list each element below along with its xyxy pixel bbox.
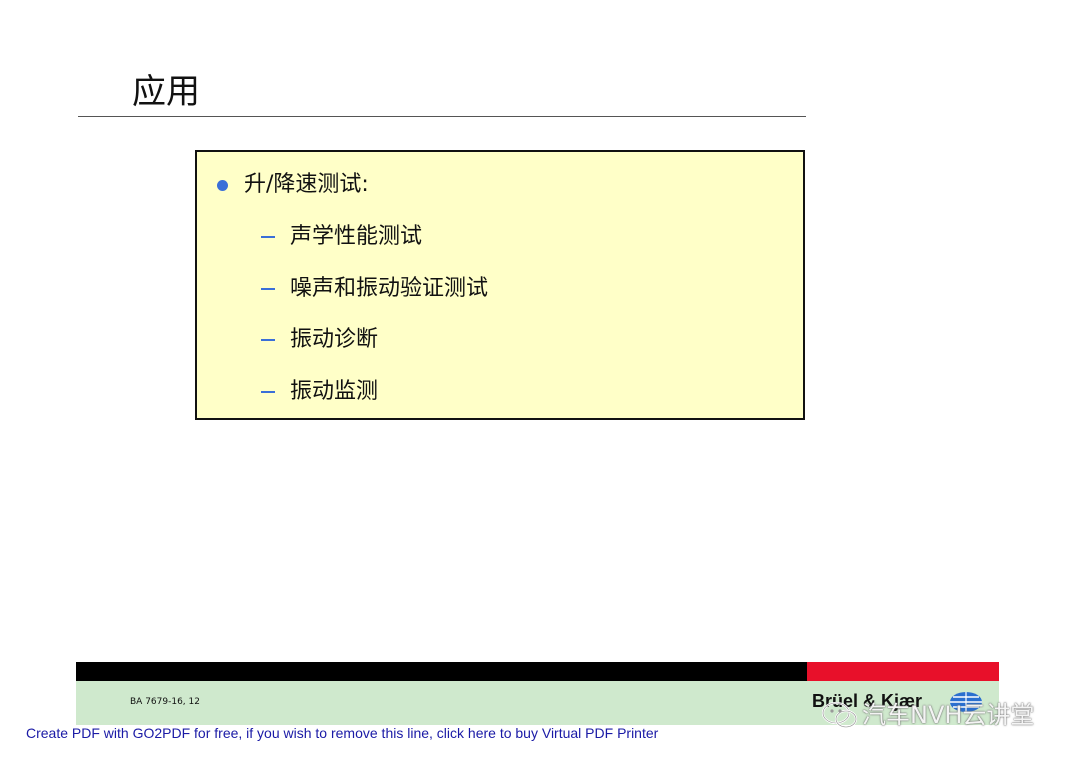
- slide-reference: BA 7679-16, 12: [130, 697, 200, 707]
- sub-item: 振动诊断: [261, 325, 488, 355]
- footer-black-band: [76, 662, 807, 681]
- bullet-dot-icon: [217, 179, 228, 191]
- dash-icon: [261, 390, 275, 393]
- dash-icon: [261, 236, 275, 238]
- bullet-text: 升/降速测试:: [244, 172, 369, 197]
- sub-item: 振动监测: [261, 377, 488, 407]
- dash-icon: [261, 339, 275, 341]
- slide-title: 应用: [132, 72, 200, 112]
- sub-item: 噪声和振动验证测试: [261, 274, 488, 304]
- sub-item-text: 振动诊断: [290, 327, 379, 352]
- watermark-text: 汽车NVH云讲堂: [862, 701, 1035, 729]
- wechat-icon: [821, 701, 858, 729]
- sub-item-text: 振动监测: [290, 378, 379, 404]
- pdf-notice-link[interactable]: Create PDF with GO2PDF for free, if you …: [26, 723, 658, 743]
- bullet-item: 升/降速测试:: [217, 170, 369, 200]
- sub-item-text: 噪声和振动验证测试: [290, 275, 489, 301]
- sub-item: 声学性能测试: [261, 222, 488, 252]
- footer-red-band: [807, 662, 999, 681]
- content-box: 升/降速测试: 声学性能测试 噪声和振动验证测试 振动诊断 振动监测: [195, 150, 805, 420]
- sub-item-text: 声学性能测试: [290, 224, 423, 249]
- watermark: 汽车NVH云讲堂: [820, 698, 1034, 732]
- dash-icon: [261, 287, 275, 290]
- sub-list: 声学性能测试 噪声和振动验证测试 振动诊断 振动监测: [261, 222, 488, 428]
- title-divider: [78, 116, 806, 117]
